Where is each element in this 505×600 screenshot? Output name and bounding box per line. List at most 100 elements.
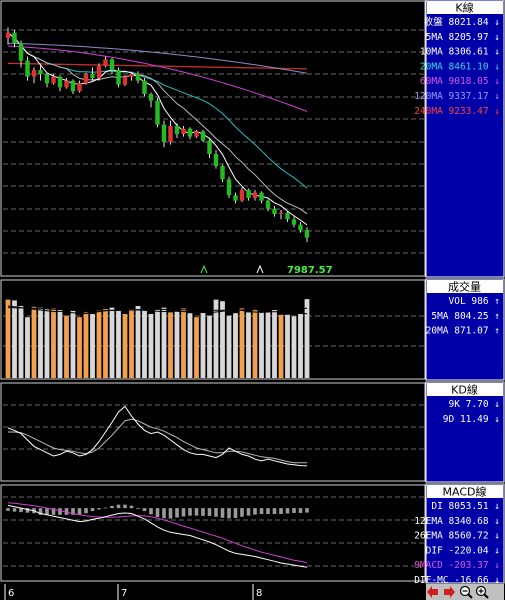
candle-body bbox=[259, 192, 264, 201]
volume-bar bbox=[103, 309, 108, 378]
volume-title: 成交量 bbox=[448, 280, 481, 294]
candle-body bbox=[291, 219, 297, 225]
candle-body bbox=[252, 192, 258, 198]
macd-osc-bar bbox=[149, 508, 153, 515]
candle-body bbox=[83, 74, 89, 84]
volume-bar bbox=[161, 307, 167, 378]
candle-body bbox=[64, 80, 69, 88]
volume-bar bbox=[51, 308, 56, 378]
candle-body bbox=[135, 74, 141, 81]
volume-bar bbox=[148, 314, 154, 378]
kline-row-120ma: 120MA 9337.17 ↓ bbox=[414, 91, 500, 102]
macd-osc-bar bbox=[6, 508, 10, 511]
candle bbox=[142, 78, 147, 97]
macd-osc-bar bbox=[259, 508, 264, 515]
volume-bar bbox=[194, 317, 199, 378]
volume-bar bbox=[109, 307, 115, 378]
candle-body bbox=[207, 140, 212, 154]
macd-osc-bar bbox=[214, 508, 218, 517]
kd-info-box bbox=[425, 381, 505, 483]
macd-osc-bar bbox=[272, 508, 277, 515]
candle-body bbox=[70, 80, 76, 92]
volume-bar bbox=[168, 312, 173, 378]
volume-bar bbox=[77, 317, 82, 378]
candle-body bbox=[38, 70, 43, 74]
volume-bar bbox=[226, 315, 232, 378]
candle-body bbox=[122, 76, 128, 85]
candle-body bbox=[285, 212, 290, 220]
candle-body bbox=[304, 230, 310, 238]
volume-bar bbox=[174, 311, 180, 378]
candle bbox=[226, 176, 232, 198]
volume-bar bbox=[25, 317, 30, 378]
kline-row-收盤: 收盤 8021.84 ↓ bbox=[424, 16, 500, 28]
volume-bar bbox=[83, 312, 89, 378]
macd-osc-bar bbox=[129, 505, 134, 509]
volume-bar bbox=[220, 301, 225, 378]
macd-osc-bar bbox=[194, 508, 199, 516]
low-price-label: 7987.57 bbox=[287, 265, 333, 276]
macd-row-12ema: 12EMA 8340.68 ↓ bbox=[414, 516, 500, 527]
volume-bar bbox=[142, 310, 147, 378]
candle-body bbox=[168, 126, 173, 142]
volume-bar bbox=[187, 313, 193, 378]
candle bbox=[200, 130, 206, 142]
macd-osc-bar bbox=[175, 508, 179, 518]
volume-bar bbox=[90, 314, 95, 378]
volume-bar bbox=[96, 310, 102, 378]
candle-body bbox=[18, 43, 24, 61]
navigation-controls[interactable] bbox=[426, 584, 504, 600]
candle-body bbox=[129, 74, 134, 77]
candle-body bbox=[96, 66, 102, 78]
candle bbox=[116, 67, 121, 88]
candle-body bbox=[187, 128, 193, 137]
candle-body bbox=[57, 76, 63, 88]
volume-bar bbox=[64, 315, 69, 378]
macd-osc-bar bbox=[279, 508, 283, 515]
macd-osc-bar bbox=[90, 508, 95, 512]
candle-body bbox=[155, 100, 160, 125]
candle-body bbox=[77, 83, 82, 92]
macd-osc-bar bbox=[292, 508, 296, 513]
macd-row-9macd: 9MACD -203.37 ↓ bbox=[414, 560, 500, 571]
macd-osc-bar bbox=[162, 508, 166, 519]
candle-body bbox=[109, 59, 115, 70]
macd-osc-bar bbox=[136, 508, 140, 509]
macd-osc-bar bbox=[77, 508, 82, 515]
kline-title: K線 bbox=[455, 1, 473, 15]
candle-body bbox=[44, 74, 50, 84]
volume-bar bbox=[304, 299, 310, 378]
candle-body bbox=[265, 200, 271, 209]
volume-bar bbox=[181, 308, 186, 378]
macd-osc-bar bbox=[12, 508, 17, 512]
candle-body bbox=[12, 32, 17, 44]
macd-osc-bar bbox=[220, 508, 225, 518]
volume-bar bbox=[239, 308, 245, 378]
macd-row-dif: DIF -220.04 ↓ bbox=[426, 545, 500, 556]
stock-chart: 7987.57 6 7 8 K線收盤 8021.84 ↓ 5MA 8205.97 ↓ 1… bbox=[0, 0, 505, 600]
volume-bar bbox=[44, 309, 50, 378]
volume-row-20ma: 20MA 871.07 ↑ bbox=[426, 326, 500, 337]
candle-body bbox=[31, 70, 37, 77]
candle-body bbox=[220, 166, 225, 180]
x-tick-label: 7 bbox=[121, 588, 127, 599]
volume-bar bbox=[38, 307, 43, 378]
macd-row-di: DI 8053.51 ↓ bbox=[431, 501, 500, 512]
volume-bar bbox=[207, 315, 212, 378]
volume-bar bbox=[252, 309, 258, 378]
macd-osc-bar bbox=[45, 508, 49, 515]
macd-row-26ema: 26EMA 8560.72 ↓ bbox=[414, 531, 500, 542]
volume-row-vol: VOL 986 ↑ bbox=[449, 296, 500, 307]
candle-body bbox=[5, 32, 11, 38]
candle-body bbox=[25, 60, 30, 77]
volume-bar bbox=[12, 300, 17, 378]
candle-body bbox=[194, 131, 199, 137]
kline-row-60ma: 60MA 9018.05 ↓ bbox=[420, 76, 500, 87]
macd-osc-bar bbox=[305, 508, 309, 513]
x-axis-bg bbox=[0, 583, 426, 600]
macd-osc-bar bbox=[155, 508, 160, 517]
candle-body bbox=[161, 124, 167, 142]
candle-body bbox=[213, 154, 219, 166]
volume-bar bbox=[18, 306, 24, 378]
volume-bar bbox=[70, 310, 76, 378]
